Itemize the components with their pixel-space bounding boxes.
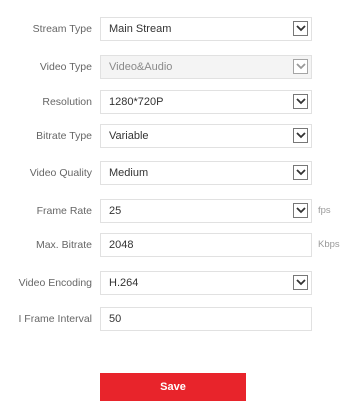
video-type-value: Video&Audio <box>109 61 173 73</box>
i-frame-interval-input[interactable]: 50 <box>100 307 312 331</box>
frame-rate-value: 25 <box>109 205 122 217</box>
video-type-label: Video Type <box>39 61 92 73</box>
i-frame-interval-label: I Frame Interval <box>18 313 92 325</box>
max-bitrate-row: Max. Bitrate 2048 Kbps <box>0 231 354 259</box>
video-quality-row: Video Quality Medium <box>0 159 354 187</box>
chevron-down-icon[interactable] <box>293 94 308 109</box>
bitrate-type-row: Bitrate Type Variable <box>0 122 354 150</box>
bitrate-type-value: Variable <box>109 130 149 142</box>
stream-type-value: Main Stream <box>109 23 172 35</box>
chevron-down-icon[interactable] <box>293 165 308 180</box>
chevron-down-icon[interactable] <box>293 128 308 143</box>
resolution-label: Resolution <box>42 96 92 108</box>
frame-rate-row: Frame Rate 25 fps <box>0 197 354 225</box>
max-bitrate-label: Max. Bitrate <box>35 239 92 251</box>
frame-rate-label: Frame Rate <box>36 205 92 217</box>
video-quality-label: Video Quality <box>29 167 92 179</box>
video-encoding-row: Video Encoding H.264 <box>0 269 354 297</box>
stream-type-row: Stream Type Main Stream <box>0 15 354 43</box>
max-bitrate-unit: Kbps <box>318 239 340 250</box>
i-frame-interval-row: I Frame Interval 50 <box>0 305 354 333</box>
video-encoding-value: H.264 <box>109 277 139 289</box>
frame-rate-select[interactable]: 25 <box>100 199 312 223</box>
chevron-down-icon[interactable] <box>293 275 308 290</box>
resolution-select[interactable]: 1280*720P <box>100 90 312 114</box>
video-quality-select[interactable]: Medium <box>100 161 312 185</box>
stream-type-label: Stream Type <box>32 23 92 35</box>
bitrate-type-label: Bitrate Type <box>36 130 92 142</box>
frame-rate-unit: fps <box>318 205 331 216</box>
resolution-row: Resolution 1280*720P <box>0 88 354 116</box>
chevron-down-icon <box>293 59 308 74</box>
i-frame-interval-value: 50 <box>109 313 122 325</box>
video-type-select: Video&Audio <box>100 55 312 79</box>
max-bitrate-value: 2048 <box>109 239 134 251</box>
video-quality-value: Medium <box>109 167 149 179</box>
video-type-row: Video Type Video&Audio <box>0 53 354 81</box>
chevron-down-icon[interactable] <box>293 203 308 218</box>
bitrate-type-select[interactable]: Variable <box>100 124 312 148</box>
stream-type-select[interactable]: Main Stream <box>100 17 312 41</box>
chevron-down-icon[interactable] <box>293 21 308 36</box>
video-encoding-label: Video Encoding <box>18 277 92 289</box>
max-bitrate-input[interactable]: 2048 <box>100 233 312 257</box>
save-button[interactable]: Save <box>100 373 246 401</box>
video-encoding-select[interactable]: H.264 <box>100 271 312 295</box>
resolution-value: 1280*720P <box>109 96 164 108</box>
